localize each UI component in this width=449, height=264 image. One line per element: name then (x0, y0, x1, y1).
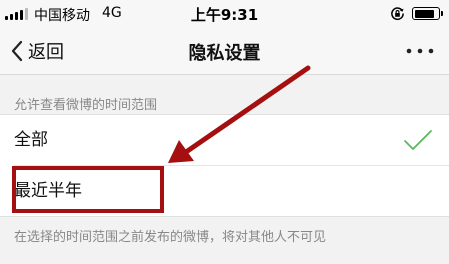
section-header: 允许查看微博的时间范围 (14, 98, 158, 113)
rotation-lock-icon (391, 7, 404, 21)
battery-icon (412, 7, 443, 20)
more-dots-icon[interactable] (400, 40, 440, 62)
footer-note: 在选择的时间范围之前发布的微博，将对其他人不可见 (14, 230, 327, 245)
time-range-options: 全部 最近半年 (0, 114, 449, 217)
back-button[interactable]: 返回 (10, 36, 64, 66)
option-last-half-year[interactable]: 最近半年 (14, 165, 449, 216)
back-label: 返回 (28, 42, 64, 63)
status-bar: 中国移动 4G 上午9:31 (0, 0, 449, 28)
checkmark-icon (404, 130, 432, 150)
option-all[interactable]: 全部 (0, 115, 449, 165)
option-last-half-year-label: 最近半年 (14, 181, 82, 201)
page-title: 隐私设置 (188, 43, 261, 64)
option-all-label: 全部 (14, 130, 48, 150)
navigation-bar: 返回 隐私设置 (0, 28, 449, 75)
status-time: 上午9:31 (190, 6, 259, 24)
chevron-left-icon (11, 40, 23, 62)
